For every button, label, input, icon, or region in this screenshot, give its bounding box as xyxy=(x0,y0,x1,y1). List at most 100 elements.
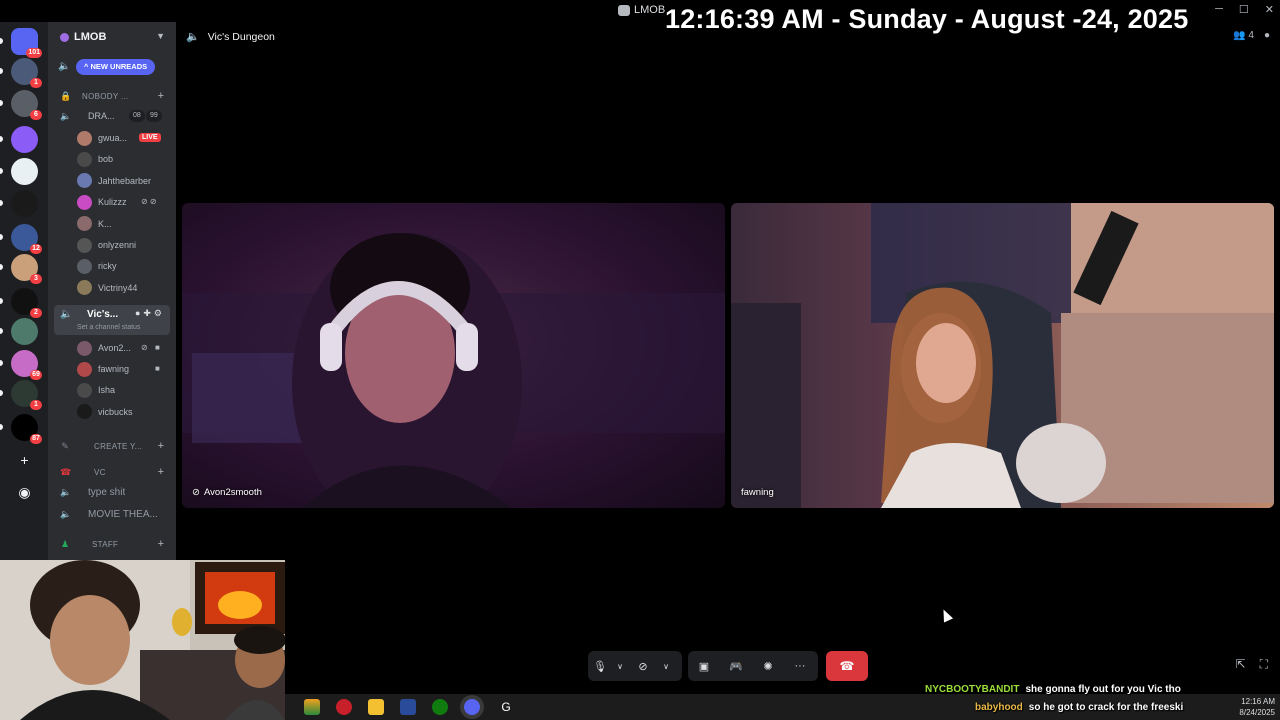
add-channel-icon[interactable]: + xyxy=(158,90,164,102)
avatar xyxy=(77,151,92,167)
video-tile-fawning[interactable]: fawning xyxy=(731,203,1274,508)
taskbar-clock[interactable]: 12:16 AM 8/24/2025 xyxy=(1239,696,1275,718)
stream-clock-overlay: 12:16:39 AM - Sunday - August -24, 2025 xyxy=(665,4,1189,34)
category-nobody[interactable]: 🔒 NOBODY ... + xyxy=(48,86,176,106)
mouse-cursor xyxy=(938,607,954,623)
mention-badge: 101 xyxy=(26,48,42,58)
channel-type-shit[interactable]: 🔈 type shit xyxy=(48,482,176,502)
screen-share-button[interactable]: ▣ xyxy=(688,651,720,681)
discord-taskbar-icon[interactable] xyxy=(464,699,480,715)
voice-user[interactable]: ricky xyxy=(77,256,117,276)
voice-user[interactable]: Kulizzz xyxy=(77,192,127,212)
disconnect-button[interactable]: ☎ xyxy=(826,651,868,681)
muted-icon: ⊘ xyxy=(141,343,148,352)
chat-username: NYCBOOTYBANDIT xyxy=(925,683,1020,695)
server-icon-server-4[interactable] xyxy=(11,158,38,185)
activities-button[interactable]: 🎮 xyxy=(720,651,752,681)
category-staff[interactable]: ♟ STAFF + xyxy=(48,534,176,554)
server-icon-server-nss[interactable]: 87 xyxy=(11,414,42,444)
hang-up-icon: ☎ xyxy=(839,659,855,673)
voice-user[interactable]: onlyzenni xyxy=(77,235,136,255)
server-icon-server-10[interactable]: 69 xyxy=(11,350,42,380)
popout-icon[interactable]: ⇱ xyxy=(1236,657,1246,672)
voice-user[interactable]: Avon2... xyxy=(77,338,131,358)
chat-text: she gonna fly out for you Vic tho xyxy=(1025,683,1181,695)
channel-label: Vic's... xyxy=(87,309,119,320)
invite-icon[interactable]: ✚ xyxy=(143,308,154,318)
server-icon-direct-messages[interactable]: 101 xyxy=(11,28,42,58)
voice-user[interactable]: vicbucks xyxy=(77,402,133,422)
server-icon-server-stream[interactable]: 2 xyxy=(11,288,42,318)
voice-user-name: Victriny44 xyxy=(98,282,138,293)
chat-icon[interactable]: ● xyxy=(1264,30,1270,41)
minimize-icon[interactable]: ─ xyxy=(1215,3,1223,16)
store-icon[interactable] xyxy=(368,699,384,715)
fullscreen-icon[interactable]: ⛶ xyxy=(1260,657,1268,672)
voice-user[interactable]: bob xyxy=(77,149,113,169)
speaker-icon: 🔈 xyxy=(60,309,73,320)
category-label: CREATE Y... xyxy=(94,441,143,451)
server-icon-server-5[interactable] xyxy=(11,190,38,217)
settings-icon[interactable]: ⚙ xyxy=(154,308,165,318)
chat-message: babyhood so he got to crack for the free… xyxy=(900,698,1210,716)
activity-controls: ▣ 🎮 ✺ ··· xyxy=(688,651,818,681)
voice-user[interactable]: Jahthebarber xyxy=(77,171,151,191)
server-icon-server-6[interactable]: 12 xyxy=(11,224,42,254)
close-icon[interactable]: ✕ xyxy=(1265,3,1274,16)
category-vc[interactable]: ☎ VC + xyxy=(48,462,176,482)
server-icon-server-r[interactable]: 6 xyxy=(11,90,42,120)
channel-vics-dungeon[interactable]: 🔈 Vic's... Set a channel status ●✚⚙ xyxy=(54,305,170,335)
voice-user-name: onlyzenni xyxy=(98,240,137,250)
chevron-down-icon: ∨ xyxy=(617,661,623,671)
streamer-webcam-overlay xyxy=(0,560,285,720)
mic-options-button[interactable]: ∨ xyxy=(612,651,628,681)
staff-icon: ♟ xyxy=(60,539,70,549)
voice-user[interactable]: fawning xyxy=(77,359,129,379)
new-unreads-button[interactable]: ^ NEW UNREADS xyxy=(76,59,156,75)
mention-badge: 2 xyxy=(30,308,42,318)
voice-user[interactable]: K... xyxy=(77,214,112,234)
maximize-icon[interactable]: ☐ xyxy=(1239,3,1249,16)
server-icon-server-1[interactable]: 1 xyxy=(11,58,42,88)
camera-options-button[interactable]: ∨ xyxy=(658,651,674,681)
server-icon-server-3[interactable] xyxy=(11,126,38,153)
chat-message: NYCBOOTYBANDIT she gonna fly out for you… xyxy=(900,680,1210,698)
more-options-button[interactable]: ··· xyxy=(784,651,816,681)
server-icon-server-11[interactable]: 1 xyxy=(11,380,42,410)
avatar xyxy=(77,382,92,398)
channel-status[interactable]: Set a channel status xyxy=(77,324,140,331)
server-icon-server-7[interactable]: 3 xyxy=(11,254,42,284)
add-channel-icon[interactable]: + xyxy=(158,466,164,478)
avatar xyxy=(77,404,92,420)
compass-icon: ◉ xyxy=(18,484,31,500)
browser-icon[interactable] xyxy=(304,699,320,715)
category-create[interactable]: ✎ CREATE Y... + xyxy=(48,436,176,456)
obs-icon[interactable] xyxy=(336,699,352,715)
add-channel-icon[interactable]: + xyxy=(158,440,164,452)
video-tile-avon2smooth[interactable]: ⊘ Avon2smooth xyxy=(182,203,725,508)
unread-pip xyxy=(0,200,3,206)
add-channel-icon[interactable]: + xyxy=(158,538,164,550)
discord-logo-icon xyxy=(618,4,630,16)
user-count-badge: 08 xyxy=(129,110,145,122)
add-server-button[interactable]: + xyxy=(11,447,38,474)
xbox-icon[interactable] xyxy=(432,699,448,715)
participants-button[interactable]: 👥 4 xyxy=(1233,30,1254,41)
unread-pip xyxy=(0,38,3,44)
voice-user-name: Jahthebarber xyxy=(98,175,152,186)
soundboard-button[interactable]: ✺ xyxy=(752,651,784,681)
voice-user[interactable]: Victriny44 xyxy=(77,278,137,298)
voice-user[interactable]: Isha xyxy=(77,380,115,400)
server-icon-server-9[interactable] xyxy=(11,318,38,345)
voice-user[interactable]: gwua... xyxy=(77,128,127,148)
discover-button[interactable]: ◉ xyxy=(11,479,38,506)
server-header[interactable]: LMOB ▼ xyxy=(48,22,176,52)
avatar xyxy=(77,194,92,210)
mic-button[interactable]: 🎙 xyxy=(588,651,612,681)
mention-badge: 12 xyxy=(30,244,42,254)
vegas-icon[interactable] xyxy=(400,699,416,715)
camera-button[interactable]: ⊘ xyxy=(628,651,658,681)
microphone-icon: 🎙 xyxy=(593,660,607,673)
logitech-icon[interactable]: G xyxy=(498,699,514,715)
channel-movie[interactable]: 🔈 MOVIE THEA... xyxy=(48,504,176,524)
